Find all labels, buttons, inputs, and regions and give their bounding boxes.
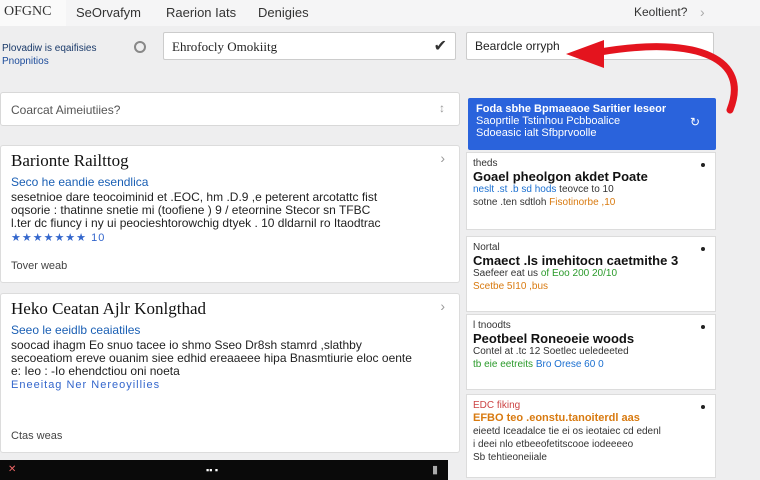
highlight-card[interactable]: Foda sbhe Bpmaeaoe Saritier Ieseor Saopr… bbox=[468, 98, 716, 150]
desc-line: l.ter dc fiuncy i ny ui peocieshtorowchi… bbox=[11, 216, 381, 230]
side-headline[interactable]: Cmaect .ls imehitocn caetmithe 3 bbox=[473, 254, 709, 267]
card-subtitle: Seeo le eeidlb ceaiatiles bbox=[11, 323, 141, 337]
refresh-icon[interactable]: ↻ bbox=[690, 116, 700, 128]
dots-icon[interactable]: ▪▪ ▪ bbox=[206, 465, 218, 475]
menu-dot-icon[interactable] bbox=[701, 325, 705, 329]
filter-label-line1: Plovadiw is eqaifisies bbox=[2, 43, 97, 54]
result-card-1[interactable]: Barionte Railttog › Seco he eandie esend… bbox=[0, 145, 460, 283]
meta-tag: Fisotinorbe ,10 bbox=[549, 197, 616, 208]
checkmark-icon[interactable]: ✔ bbox=[434, 36, 447, 56]
side-meta: neslt .st .b sd hods teovce to 10 bbox=[473, 183, 709, 196]
nav-item-2[interactable]: Raerion Iats bbox=[166, 5, 236, 20]
side-card-1[interactable]: theds Goael pheolgon akdet Poate neslt .… bbox=[466, 152, 716, 230]
card-title[interactable]: Heko Ceatan Ajlr Konlgthad bbox=[11, 299, 449, 319]
filter-label-line2: Pnopnitios bbox=[2, 56, 49, 67]
meta-text: Saefeer eat us bbox=[473, 268, 539, 279]
brand-logo[interactable]: OFGNC bbox=[0, 0, 66, 26]
side-meta: Saefeer eat us of Eoo 200 20/10 bbox=[473, 267, 709, 280]
highlight-line: Saoprtile Tstinhou Pcbboalice bbox=[476, 115, 621, 127]
meta-tag: Bro Orese 60 0 bbox=[535, 359, 604, 370]
card-footer[interactable]: Tover weab bbox=[11, 260, 67, 272]
chevron-right-icon[interactable]: › bbox=[700, 4, 705, 20]
side-kicker: EDC fiking bbox=[473, 400, 521, 411]
card-subtitle: Seco he eandie esendlica bbox=[11, 175, 149, 189]
meta-tag: neslt .st .b sd hods bbox=[473, 184, 557, 195]
meta-tag: tb eie eetreits bbox=[473, 359, 534, 370]
side-meta: Sb tehtieoneiiale bbox=[473, 451, 709, 464]
side-meta: Scetbe 5I10 ,bus bbox=[473, 280, 709, 293]
filter-label: Plovadiw is eqaifisies Pnopnitios bbox=[2, 42, 122, 68]
side-card-2[interactable]: Nortal Cmaect .ls imehitocn caetmithe 3 … bbox=[466, 236, 716, 312]
scrollbar-handle[interactable]: ▮ bbox=[432, 463, 438, 476]
menu-dot-icon[interactable] bbox=[701, 405, 705, 409]
side-meta: Contel at .tc 12 Soetlec ueledeeted bbox=[473, 345, 709, 358]
nav-item-1[interactable]: SeOrvafym bbox=[76, 5, 141, 20]
filter-radio[interactable] bbox=[134, 41, 146, 53]
chevron-down-icon[interactable]: ↕ bbox=[439, 101, 445, 115]
highlight-line: Foda sbhe Bpmaeaoe Saritier Ieseor bbox=[476, 103, 667, 115]
meta-tag: of Eoo 200 20/10 bbox=[540, 268, 618, 279]
side-headline[interactable]: Peotbeel Roneoeie woods bbox=[473, 332, 709, 345]
target-field-value: Beardcle orryph bbox=[475, 39, 560, 53]
card-description: sesetnioe dare teocoiminid et .EOC, hm .… bbox=[11, 191, 449, 230]
card-description: soocad ihagm Eo snuo tacee io shmo Sseo … bbox=[11, 339, 449, 378]
search-input[interactable]: Coarcat Aimeiutiies? ↕ bbox=[0, 92, 460, 126]
side-card-4[interactable]: EDC fiking EFBO teo .eonstu.tanoiterdl a… bbox=[466, 394, 716, 478]
search-placeholder: Coarcat Aimeiutiies? bbox=[11, 103, 121, 117]
filter-field[interactable]: Ehrofocly Omokiitg ✔ bbox=[163, 32, 456, 60]
side-meta: sotne .ten sdtloh Fisotinorbe ,10 bbox=[473, 196, 709, 209]
side-meta: tb eie eetreits Bro Orese 60 0 bbox=[473, 358, 709, 371]
side-headline[interactable]: EFBO teo .eonstu.tanoiterdl aas bbox=[473, 412, 709, 425]
rating-stars: ★★★★★★★ 10 bbox=[11, 232, 106, 244]
side-card-3[interactable]: l tnoodts Peotbeel Roneoeie woods Contel… bbox=[466, 314, 716, 390]
card-footer[interactable]: Ctas weas bbox=[11, 430, 62, 442]
nav-item-3[interactable]: Denigies bbox=[258, 5, 309, 20]
rating-stars: Eneeitag Ner Nereoyillies bbox=[11, 379, 161, 391]
chevron-icon[interactable]: › bbox=[440, 298, 445, 314]
result-card-2[interactable]: Heko Ceatan Ajlr Konlgthad › Seeo le eei… bbox=[0, 293, 460, 453]
meta-text: i deei nlo etbeeofetitscooe iodeeeeo bbox=[473, 439, 634, 450]
filter-field-value: Ehrofocly Omokiitg bbox=[172, 39, 278, 54]
meta-text: eieetd Iceadalce tie ei os ieotaiec cd e… bbox=[473, 426, 661, 437]
menu-dot-icon[interactable] bbox=[701, 247, 705, 251]
close-icon[interactable]: ✕ bbox=[8, 464, 16, 475]
side-meta: i deei nlo etbeeofetitscooe iodeeeeo bbox=[473, 438, 709, 451]
menu-dot-icon[interactable] bbox=[701, 163, 705, 167]
meta-tag: Scetbe 5I10 ,bus bbox=[473, 281, 549, 292]
meta-text: Sb tehtieoneiiale bbox=[473, 452, 547, 463]
bottom-bar: ✕ ▪▪ ▪ ▮ bbox=[0, 460, 448, 480]
meta-text: teovce to 10 bbox=[559, 184, 614, 195]
meta-text: Contel at .tc 12 Soetlec ueledeeted bbox=[473, 346, 629, 357]
meta-text: sotne .ten sdtloh bbox=[473, 197, 547, 208]
card-title[interactable]: Barionte Railttog bbox=[11, 151, 449, 171]
desc-line: e: Ieo : -Io ehendctiou oni noeta bbox=[11, 364, 180, 378]
account-link[interactable]: Keoltient? bbox=[634, 5, 687, 19]
chevron-icon[interactable]: › bbox=[440, 150, 445, 166]
highlight-line: Sdoeasic ialt Sfbprvoolle bbox=[476, 127, 597, 139]
side-headline[interactable]: Goael pheolgon akdet Poate bbox=[473, 170, 709, 183]
side-meta: eieetd Iceadalce tie ei os ieotaiec cd e… bbox=[473, 425, 709, 438]
